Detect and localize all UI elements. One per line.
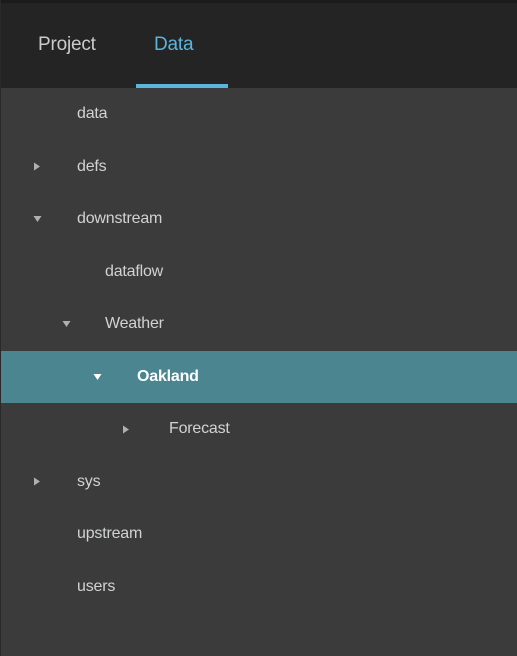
tab-bar: Project Data [1, 0, 517, 88]
tree-item-label: downstream [77, 210, 163, 228]
tree-item-label: Oakland [137, 367, 199, 385]
tree-item-sys[interactable]: sys [1, 456, 517, 509]
tree-item-downstream[interactable]: downstream [1, 193, 517, 246]
caret-right-icon[interactable] [31, 161, 43, 173]
caret-down-icon[interactable] [91, 371, 103, 383]
tree-item-defs[interactable]: defs [1, 141, 517, 194]
caret-down-icon[interactable] [60, 318, 72, 330]
tree-item-users[interactable]: users [1, 561, 517, 614]
tree-item-upstream[interactable]: upstream [1, 508, 517, 561]
tree-item-dataflow[interactable]: dataflow [1, 246, 517, 299]
tree-item-label: users [77, 577, 116, 595]
tree-item-label: upstream [77, 525, 143, 543]
tree-item-weather[interactable]: Weather [1, 298, 517, 351]
caret-right-icon[interactable] [120, 423, 132, 435]
tree-item-label: defs [77, 157, 107, 175]
tree-item-label: Forecast [169, 420, 230, 438]
tree-item-forecast[interactable]: Forecast [1, 403, 517, 456]
tree-item-data[interactable]: data [1, 88, 517, 141]
data-browser-panel: Project Data data defs downstream datafl… [0, 0, 517, 656]
tree-item-label: data [77, 105, 108, 123]
tree-item-label: sys [77, 472, 101, 490]
tree-item-label: Weather [105, 315, 164, 333]
tree-item-oakland[interactable]: Oakland [1, 350, 517, 403]
data-tree: data defs downstream dataflow Weather Oa… [1, 88, 517, 613]
caret-right-icon[interactable] [31, 476, 43, 488]
tab-project[interactable]: Project [38, 34, 96, 56]
tab-data[interactable]: Data [154, 34, 194, 56]
caret-down-icon[interactable] [31, 213, 43, 225]
tree-item-label: dataflow [105, 262, 163, 280]
